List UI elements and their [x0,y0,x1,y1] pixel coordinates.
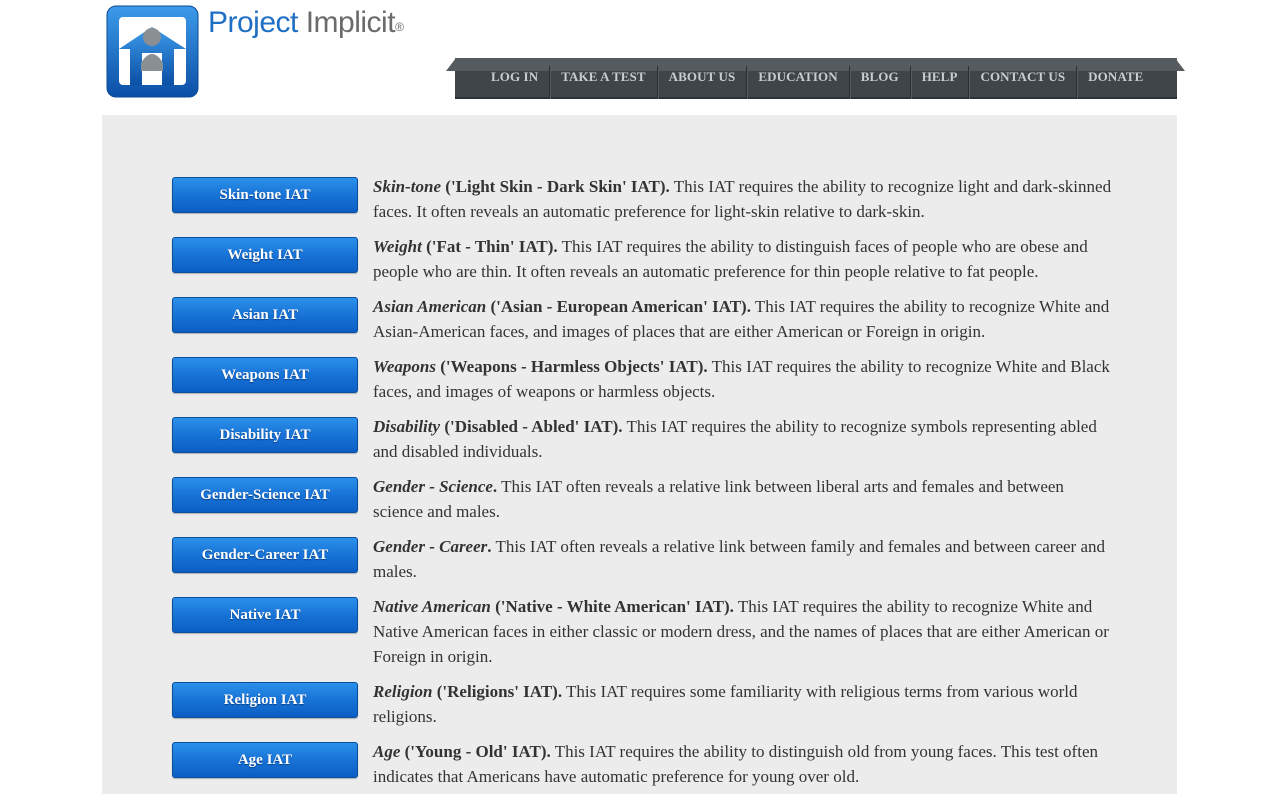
skin-tone-iat-button[interactable]: Skin-tone IAT [172,177,358,213]
gender-science-iat-button[interactable]: Gender-Science IAT [172,477,358,513]
test-subtitle: ('Young - Old' IAT). [400,742,551,761]
project-implicit-logo[interactable]: Project Implicit® [106,5,436,100]
religion-iat-button[interactable]: Religion IAT [172,682,358,718]
test-subtitle: ('Disabled - Abled' IAT). [440,417,623,436]
nav-about-us[interactable]: ABOUT US [658,66,748,99]
test-title: Weapons [373,357,436,376]
test-title: Asian American [373,297,487,316]
test-subtitle: ('Light Skin - Dark Skin' IAT). [441,177,670,196]
logo-word-project: Project [208,6,298,39]
logo-wordmark: Project Implicit® [208,5,404,41]
test-list-panel: Skin-tone IAT Skin-tone ('Light Skin - D… [102,115,1177,794]
test-description: Religion ('Religions' IAT). This IAT req… [373,679,1118,729]
test-description: Skin-tone ('Light Skin - Dark Skin' IAT)… [373,174,1118,224]
disability-iat-button[interactable]: Disability IAT [172,417,358,453]
test-description: Gender - Career. This IAT often reveals … [373,534,1118,584]
test-subtitle: ('Religions' IAT). [432,682,563,701]
page: Project Implicit® LOG IN TAKE A TEST ABO… [0,0,1269,794]
weapons-iat-button[interactable]: Weapons IAT [172,357,358,393]
test-title: Religion [373,682,433,701]
nav-take-a-test[interactable]: TAKE A TEST [550,66,658,99]
test-title: Disability [373,417,441,436]
gender-career-iat-button[interactable]: Gender-Career IAT [172,537,358,573]
age-iat-button[interactable]: Age IAT [172,742,358,778]
test-description: Asian American ('Asian - European Americ… [373,294,1118,344]
logo-mark-icon [106,5,199,98]
test-description: Gender - Science. This IAT often reveals… [373,474,1118,524]
nav-login[interactable]: LOG IN [480,66,551,99]
test-title: Native American [373,597,491,616]
test-title: Age [373,742,401,761]
test-title: Skin-tone [373,177,442,196]
test-description: Disability ('Disabled - Abled' IAT). Thi… [373,414,1118,464]
test-description: Age ('Young - Old' IAT). This IAT requir… [373,739,1118,789]
test-subtitle: ('Native - White American' IAT). [490,597,734,616]
nav-blog[interactable]: BLOG [850,66,911,99]
test-subtitle: ('Fat - Thin' IAT). [421,237,558,256]
asian-iat-button[interactable]: Asian IAT [172,297,358,333]
test-subtitle: ('Weapons - Harmless Objects' IAT). [435,357,708,376]
test-title: Weight [373,237,422,256]
nav-contact-us[interactable]: CONTACT US [969,66,1078,99]
test-description: Weight ('Fat - Thin' IAT). This IAT requ… [373,234,1118,284]
test-description: Native American ('Native - White America… [373,594,1118,669]
test-title: Gender - Career [373,537,488,556]
test-subtitle: ('Asian - European American' IAT). [486,297,751,316]
nav-donate[interactable]: DONATE [1077,66,1154,99]
weight-iat-button[interactable]: Weight IAT [172,237,358,273]
test-title: Gender - Science [373,477,493,496]
registered-mark: ® [395,20,404,34]
main-nav: LOG IN TAKE A TEST ABOUT US EDUCATION BL… [446,58,1185,99]
logo-word-implicit: Implicit [305,6,396,39]
test-description: Weapons ('Weapons - Harmless Objects' IA… [373,354,1118,404]
nav-help[interactable]: HELP [911,66,970,99]
nav-items: LOG IN TAKE A TEST ABOUT US EDUCATION BL… [455,66,1177,99]
native-iat-button[interactable]: Native IAT [172,597,358,633]
nav-education[interactable]: EDUCATION [747,66,850,99]
